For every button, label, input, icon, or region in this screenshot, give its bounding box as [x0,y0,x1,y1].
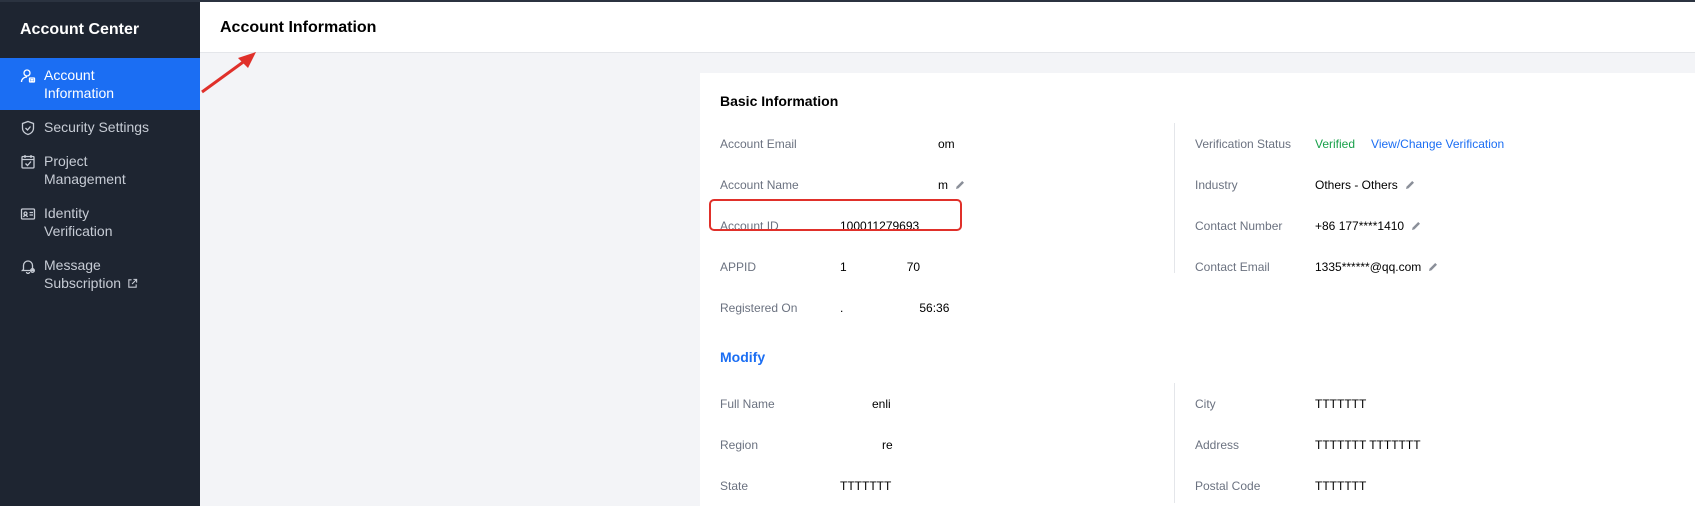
address-value: TTTTTTT TTTTTTT [1315,437,1421,452]
full-name-value: enli [872,396,891,411]
sidebar-item-label: Identity [44,205,90,221]
modify-left-column: Full Name enli Region re State TTTTTTT [720,383,1155,503]
contact-email-value: 1335******@qq.com [1315,259,1422,274]
field-verification-status: Verification Status Verified View/Change … [1195,123,1654,164]
field-appid: APPID 1 70 [720,246,1155,287]
field-full-name: Full Name enli [720,383,1155,424]
field-label: Verification Status [1195,136,1292,151]
field-value: 1 70 [840,259,921,274]
view-change-verification-link[interactable]: View/Change Verification [1371,137,1504,151]
field-account-email: Account Email om [720,123,1155,164]
city-value: TTTTTTT [1315,396,1367,411]
appid-value: 70 [906,259,921,274]
field-value: enli [840,396,891,411]
postal-code-value: TTTTTTT [1315,478,1367,493]
appid-prefix: 1 [840,259,847,274]
external-link-icon[interactable] [127,278,138,289]
field-label: Contact Email [1195,259,1270,274]
modify-title[interactable]: Modify [720,349,765,365]
field-address: Address TTTTTTT TTTTTTT [1195,424,1654,465]
field-label: Address [1195,437,1240,452]
field-label: Postal Code [1195,478,1261,493]
field-contact-email: Contact Email 1335******@qq.com [1195,246,1654,287]
sidebar-item-label: Information [44,85,115,101]
account-id-value: 100011279693 [840,218,920,233]
sidebar-item-label: Subscription [44,275,122,291]
main-content: Account Information Basic Information Ac… [200,2,1695,506]
field-value: +86 177****1410 [1315,219,1422,233]
bell-icon [20,260,36,274]
sidebar-title: Account Center [20,21,140,38]
field-label: Account Email [720,136,797,151]
sidebar-item-identity-verification[interactable]: Identity Verification [0,196,200,248]
field-value: 1335******@qq.com [1315,260,1439,274]
sidebar-item-label: Account [44,67,95,83]
field-postal-code: Postal Code TTTTTTT [1195,465,1654,506]
field-value: . 56:36 [840,300,950,315]
field-label: Industry [1195,177,1238,192]
page-title: Account Information [220,19,377,36]
field-state: State TTTTTTT [720,465,1155,506]
pencil-icon[interactable] [1427,261,1439,273]
field-label: City [1195,396,1216,411]
sidebar-item-label: Verification [44,223,113,239]
shield-icon [21,120,35,136]
field-label: Region [720,437,759,452]
field-value: Verified View/Change Verification [1315,137,1504,151]
modify-right-column: City TTTTTTT Address TTTTTTT TTTTTTT Pos… [1174,383,1654,503]
annotation-arrow [201,52,256,94]
field-value: om [840,136,955,151]
field-account-id: Account ID 100011279693 [720,205,1155,246]
account-info-card: Basic Information Account Email om Accou… [700,73,1695,506]
sidebar-item-project-management[interactable]: Project Management [0,144,200,196]
account-name-value: m [938,177,948,192]
pencil-icon[interactable] [1410,220,1422,232]
sidebar-item-label-row: Subscription [44,274,184,292]
account-email-value: om [938,136,955,151]
id-card-icon [20,208,36,220]
field-label: Full Name [720,396,775,411]
sidebar-item-account-information[interactable]: Account Information [0,58,200,110]
registered-on-value: 56:36 [919,300,950,315]
field-value: m [840,177,966,192]
field-label: Contact Number [1195,218,1283,233]
field-contact-number: Contact Number +86 177****1410 [1195,205,1654,246]
field-industry: Industry Others - Others [1195,164,1654,205]
sidebar-item-label: Message [44,257,101,273]
basic-info-left-column: Account Email om Account Name m Account … [720,123,1155,315]
field-registered-on: Registered On . 56:36 [720,287,1155,328]
field-label: Account Name [720,177,799,192]
basic-info-right-column: Verification Status Verified View/Change … [1174,123,1654,274]
region-value: re [882,437,893,452]
page-header: Account Information [200,2,1695,53]
pencil-icon[interactable] [954,179,966,191]
field-label: APPID [720,259,757,274]
field-city: City TTTTTTT [1195,383,1654,424]
sidebar: Account Center Account Information Secur… [0,2,200,506]
verified-status: Verified [1315,136,1356,151]
industry-value: Others - Others [1315,177,1398,192]
basic-information-title: Basic Information [720,93,839,109]
pencil-icon[interactable] [1404,179,1416,191]
sidebar-item-label: Management [44,171,126,187]
field-label: Registered On [720,300,798,315]
sidebar-item-label: Security Settings [44,119,150,135]
state-value: TTTTTTT [840,478,892,493]
project-icon [21,155,35,169]
sidebar-item-security-settings[interactable]: Security Settings [0,110,200,144]
sidebar-item-message-subscription[interactable]: Message Subscription [0,248,200,300]
field-value: re [840,437,893,452]
contact-number-value: +86 177****1410 [1315,218,1405,233]
field-region: Region re [720,424,1155,465]
user-info-icon [20,69,36,83]
field-account-name: Account Name m [720,164,1155,205]
sidebar-item-label: Project [44,153,88,169]
field-label: State [720,478,749,493]
field-label: Account ID [720,218,779,233]
field-value: Others - Others [1315,178,1416,192]
